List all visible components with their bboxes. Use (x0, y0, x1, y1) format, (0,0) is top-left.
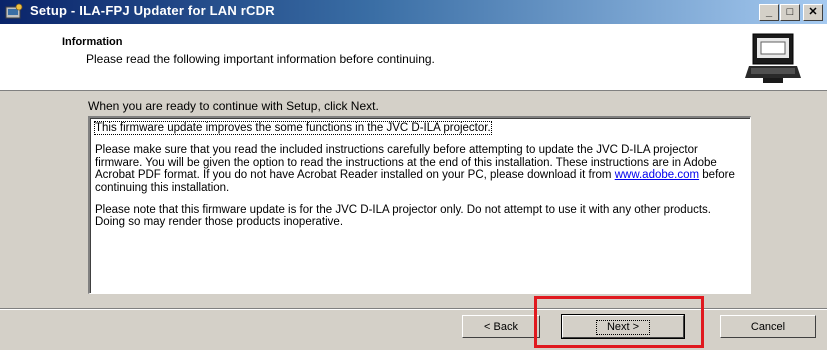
cancel-button[interactable]: Cancel (720, 315, 816, 338)
computer-setup-icon (745, 33, 801, 83)
back-button[interactable]: < Back (462, 315, 540, 338)
minimize-button[interactable]: _ (759, 4, 779, 21)
adobe-link[interactable]: www.adobe.com (615, 169, 699, 181)
instruction-text: When you are ready to continue with Setu… (88, 99, 379, 113)
setup-app-icon (5, 3, 23, 19)
information-textbox[interactable]: This firmware update improves the some f… (88, 116, 751, 294)
memo-paragraph-2: Please make sure that you read the inclu… (95, 144, 742, 194)
maximize-button[interactable]: □ (780, 4, 800, 21)
memo-paragraph-3: Please note that this firmware update is… (95, 204, 711, 229)
button-area-divider (0, 308, 827, 310)
wizard-header: Information Please read the following im… (0, 24, 827, 91)
close-button[interactable]: ✕ (803, 4, 823, 21)
setup-wizard-window: Setup - ILA-FPJ Updater for LAN rCDR _ □… (0, 0, 827, 350)
memo-paragraph-1-text: This firmware update improves the some f… (94, 121, 492, 135)
next-button-label: Next > (595, 319, 651, 335)
title-bar[interactable]: Setup - ILA-FPJ Updater for LAN rCDR _ □… (0, 0, 827, 24)
page-title: Information (62, 36, 123, 48)
next-button[interactable]: Next > (561, 314, 685, 339)
page-subtitle: Please read the following important info… (86, 52, 435, 66)
memo-paragraph-1: This firmware update improves the some f… (94, 121, 742, 135)
window-title: Setup - ILA-FPJ Updater for LAN rCDR (30, 3, 275, 18)
